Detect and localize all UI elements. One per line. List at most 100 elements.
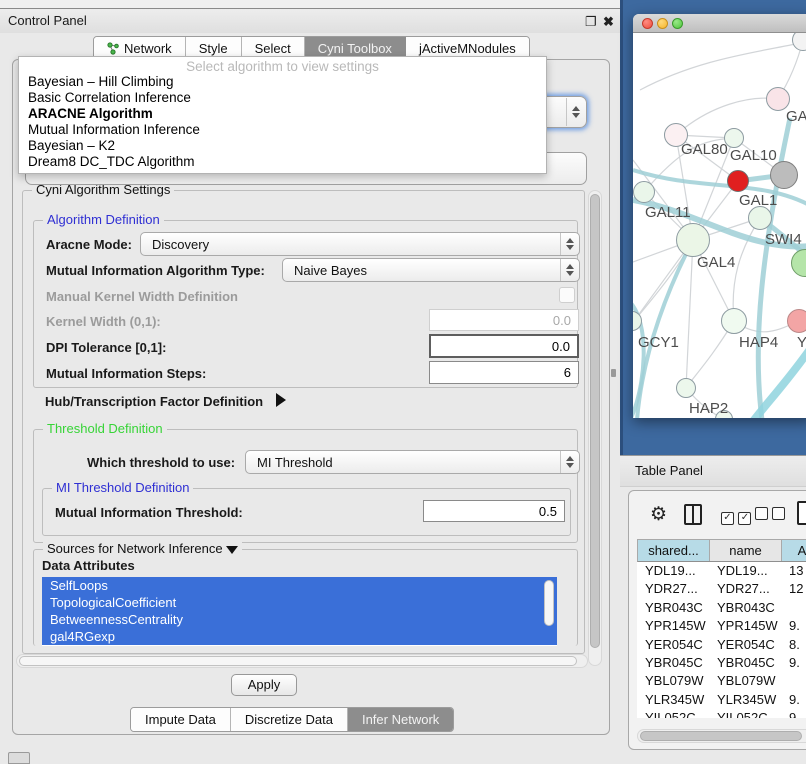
mi-steps-label: Mutual Information Steps: bbox=[46, 366, 206, 381]
table-row[interactable]: YER054CYER054C8. bbox=[637, 636, 806, 654]
bottom-tabbar: Impute Data Discretize Data Infer Networ… bbox=[130, 707, 454, 732]
minimize-traffic-light-icon[interactable] bbox=[657, 18, 668, 29]
table-panel-body: ⚙ ✓ ✓ shared... name A YDL19...YDL19...1… bbox=[628, 490, 806, 750]
node-label: GAL bbox=[786, 108, 806, 125]
table-row[interactable]: YIL052CYIL052C9 bbox=[637, 709, 806, 718]
kernel-width-field[interactable]: 0.0 bbox=[429, 309, 579, 331]
which-threshold-label: Which threshold to use: bbox=[87, 455, 235, 470]
deselect-all-checkboxes-icon[interactable] bbox=[755, 507, 785, 525]
node-label: HAP4 bbox=[739, 334, 778, 351]
dpi-tolerance-field[interactable]: 0.0 bbox=[429, 334, 579, 358]
network-canvas[interactable]: GAL GAL80 GAL10 GAL1 GAL11 SWI4 GAL4 GCY… bbox=[633, 33, 806, 418]
aracne-mode-value: Discovery bbox=[141, 237, 560, 252]
cyni-algorithm-settings-group: Cyni Algorithm Settings Algorithm Defini… bbox=[22, 190, 585, 654]
attribute-item[interactable]: SelfLoops bbox=[42, 577, 557, 594]
tab-cyni-toolbox-label: Cyni Toolbox bbox=[318, 41, 392, 56]
gear-icon[interactable]: ⚙ bbox=[650, 503, 667, 526]
network-node-selected[interactable] bbox=[727, 170, 749, 192]
tab-discretize-data[interactable]: Discretize Data bbox=[231, 708, 348, 731]
combo-stepper-icon bbox=[560, 259, 579, 281]
float-window-icon[interactable]: ❐ bbox=[585, 14, 597, 30]
sources-group: Sources for Network Inference Data Attri… bbox=[33, 549, 578, 646]
mi-algorithm-type-label: Mutual Information Algorithm Type: bbox=[46, 263, 265, 278]
network-icon bbox=[107, 42, 119, 55]
node-label: GAL80 bbox=[681, 141, 728, 158]
tab-select-label: Select bbox=[255, 41, 291, 56]
column-header-name[interactable]: name bbox=[710, 540, 782, 561]
network-node[interactable] bbox=[676, 378, 696, 398]
table-row[interactable]: YBR045CYBR045C9. bbox=[637, 654, 806, 672]
table-row[interactable]: YBR043CYBR043C bbox=[637, 599, 806, 617]
dropdown-item[interactable]: Dream8 DC_TDC Algorithm bbox=[19, 154, 546, 170]
tab-jactivemnodules-label: jActiveMNodules bbox=[419, 41, 516, 56]
table-row[interactable]: YBL079WYBL079W bbox=[637, 672, 806, 690]
dropdown-item[interactable]: Basic Correlation Inference bbox=[19, 90, 546, 106]
table-panel-titlebar: Table Panel bbox=[620, 455, 806, 487]
aracne-mode-label: Aracne Mode: bbox=[46, 237, 132, 252]
table-row[interactable]: YLR345WYLR345W9. bbox=[637, 691, 806, 709]
settings-horizontal-scrollbar[interactable] bbox=[16, 654, 588, 668]
table-horizontal-scrollbar[interactable] bbox=[637, 729, 806, 743]
list-scrollbar-thumb[interactable] bbox=[544, 580, 554, 626]
mi-steps-field[interactable]: 6 bbox=[429, 361, 579, 384]
new-document-icon[interactable] bbox=[797, 501, 806, 525]
network-node[interactable] bbox=[787, 309, 806, 333]
node-label: GAL4 bbox=[697, 254, 735, 271]
attribute-item[interactable]: gal4RGexp bbox=[42, 628, 557, 645]
minimized-panel-icon[interactable] bbox=[8, 752, 30, 764]
expand-arrow-icon[interactable] bbox=[276, 393, 286, 407]
table-hscroll-thumb[interactable] bbox=[640, 731, 802, 741]
close-window-icon[interactable]: ✖ bbox=[603, 14, 614, 30]
mi-threshold-field[interactable]: 0.5 bbox=[423, 500, 565, 522]
settings-vertical-scrollbar[interactable] bbox=[588, 190, 602, 666]
tab-network-label: Network bbox=[124, 41, 172, 56]
table-row[interactable]: YDL19...YDL19...13 bbox=[637, 562, 806, 580]
data-attributes-list[interactable]: SelfLoops TopologicalCoefficient Between… bbox=[42, 577, 557, 646]
attribute-item[interactable]: BetweennessCentrality bbox=[42, 611, 557, 628]
settings-hscroll-thumb[interactable] bbox=[19, 656, 577, 666]
tab-impute-data[interactable]: Impute Data bbox=[131, 708, 231, 731]
column-view-icon[interactable] bbox=[684, 504, 702, 525]
data-attributes-label: Data Attributes bbox=[42, 558, 135, 573]
table-row[interactable]: YPR145WYPR145W9. bbox=[637, 617, 806, 635]
dropdown-item[interactable]: Bayesian – Hill Climbing bbox=[19, 74, 546, 90]
network-window-titlebar[interactable] bbox=[633, 14, 806, 33]
combo-stepper-icon bbox=[560, 451, 579, 473]
threshold-definition-title: Threshold Definition bbox=[43, 421, 167, 436]
dropdown-item[interactable]: Mutual Information Inference bbox=[19, 122, 546, 138]
apply-button[interactable]: Apply bbox=[231, 674, 297, 696]
node-label: GAL1 bbox=[739, 192, 777, 209]
hub-definition-label[interactable]: Hub/Transcription Factor Definition bbox=[45, 394, 263, 409]
zoom-traffic-light-icon[interactable] bbox=[672, 18, 683, 29]
control-panel-titlebar: Control Panel ❐ ✖ bbox=[0, 9, 620, 33]
mi-algorithm-type-value: Naive Bayes bbox=[283, 263, 560, 278]
attribute-item[interactable]: TopologicalCoefficient bbox=[42, 594, 557, 611]
network-node[interactable] bbox=[770, 161, 798, 189]
select-all-checkboxes-icon[interactable]: ✓ ✓ bbox=[721, 507, 751, 525]
combo-stepper-icon bbox=[560, 233, 579, 255]
tab-infer-network[interactable]: Infer Network bbox=[348, 708, 453, 731]
network-node[interactable] bbox=[748, 206, 772, 230]
column-header-partial[interactable]: A bbox=[782, 540, 806, 561]
algorithm-definition-group: Algorithm Definition Aracne Mode: Discov… bbox=[33, 220, 578, 388]
manual-kernel-width-checkbox[interactable] bbox=[559, 287, 575, 303]
network-node[interactable] bbox=[676, 223, 710, 257]
which-threshold-combobox[interactable]: MI Threshold bbox=[245, 450, 580, 474]
column-header-shared-name[interactable]: shared... bbox=[638, 540, 710, 561]
settings-vscroll-thumb[interactable] bbox=[590, 194, 600, 648]
table-row[interactable]: YDR27...YDR27...12 bbox=[637, 580, 806, 598]
panel-divider-handle[interactable] bbox=[611, 369, 616, 377]
network-view-window[interactable]: GAL GAL80 GAL10 GAL1 GAL11 SWI4 GAL4 GCY… bbox=[633, 14, 806, 418]
node-label: SWI4 bbox=[765, 231, 802, 248]
network-node[interactable] bbox=[633, 181, 655, 203]
kernel-width-label: Kernel Width (0,1): bbox=[46, 314, 161, 329]
dropdown-item[interactable]: Bayesian – K2 bbox=[19, 138, 546, 154]
collapse-arrow-icon[interactable] bbox=[226, 546, 238, 554]
dropdown-item-highlighted[interactable]: ARACNE Algorithm bbox=[19, 106, 546, 122]
aracne-mode-combobox[interactable]: Discovery bbox=[140, 232, 580, 256]
combo-stepper-icon bbox=[566, 98, 585, 126]
mi-algorithm-type-combobox[interactable]: Naive Bayes bbox=[282, 258, 580, 282]
close-traffic-light-icon[interactable] bbox=[642, 18, 653, 29]
tab-infer-network-label: Infer Network bbox=[362, 712, 439, 727]
network-node[interactable] bbox=[721, 308, 747, 334]
